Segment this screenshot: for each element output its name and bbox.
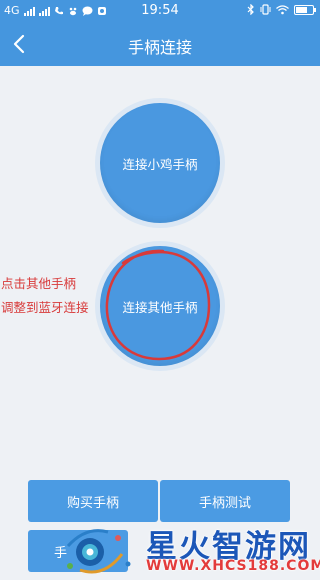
status-bar: 4G 19:54 [0, 0, 320, 22]
connect-other-ring: 连接其他手柄 [95, 241, 225, 371]
vibrate-icon [260, 4, 271, 15]
connect-xiaoji-label: 连接小鸡手柄 [122, 156, 198, 172]
bluetooth-icon [247, 4, 254, 15]
watermark: 星火智游网 WWW.XHCS188.COM [60, 518, 320, 580]
connect-xiaoji-ring: 连接小鸡手柄 [95, 98, 225, 228]
watermark-url: WWW.XHCS188.COM [146, 558, 320, 574]
buy-gamepad-button[interactable]: 购买手柄 [28, 480, 158, 522]
test-gamepad-button[interactable]: 手柄测试 [160, 480, 290, 522]
battery-icon [294, 4, 316, 15]
test-gamepad-label: 手柄测试 [198, 495, 251, 511]
watermark-logo [66, 529, 131, 574]
connect-xiaoji-button[interactable]: 连接小鸡手柄 [100, 103, 220, 223]
annotation-line-2: 调整到蓝牙连接 [1, 300, 89, 315]
nav-bar: 手柄连接 [0, 22, 320, 66]
connect-other-label: 连接其他手柄 [122, 299, 198, 315]
page-title: 手柄连接 [127, 38, 192, 57]
buy-gamepad-label: 购买手柄 [66, 495, 119, 511]
wifi-icon [276, 4, 289, 14]
status-right [247, 4, 316, 15]
annotation-line-1: 点击其他手柄 [1, 276, 77, 291]
connect-other-button[interactable]: 连接其他手柄 [100, 246, 220, 366]
